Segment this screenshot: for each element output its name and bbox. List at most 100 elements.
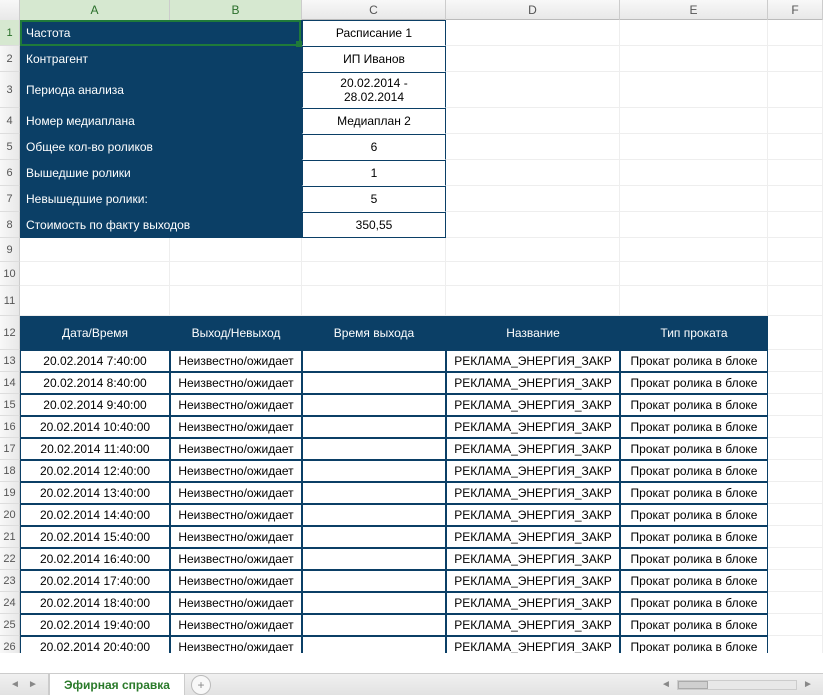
table-header[interactable]: Тип проката xyxy=(620,316,768,350)
cell[interactable] xyxy=(446,134,620,160)
summary-value[interactable]: 5 xyxy=(302,186,446,212)
cell[interactable] xyxy=(170,262,302,286)
cell[interactable] xyxy=(768,286,823,316)
scroll-left-icon[interactable]: ◄ xyxy=(659,678,673,692)
cell[interactable] xyxy=(620,134,768,160)
table-cell[interactable]: РЕКЛАМА_ЭНЕРГИЯ_ЗАКР xyxy=(446,592,620,614)
table-cell[interactable]: Прокат ролика в блоке xyxy=(620,460,768,482)
row-header[interactable]: 21 xyxy=(0,526,20,548)
summary-label[interactable]: Стоимость по факту выходов xyxy=(20,212,302,238)
table-header[interactable]: Дата/Время xyxy=(20,316,170,350)
table-cell[interactable]: Прокат ролика в блоке xyxy=(620,636,768,653)
table-cell[interactable]: Неизвестно/ожидает xyxy=(170,614,302,636)
cell[interactable] xyxy=(446,238,620,262)
table-cell[interactable]: Неизвестно/ожидает xyxy=(170,570,302,592)
table-cell[interactable]: 20.02.2014 11:40:00 xyxy=(20,438,170,460)
scroll-right-icon[interactable]: ► xyxy=(801,678,815,692)
table-cell[interactable]: Прокат ролика в блоке xyxy=(620,504,768,526)
cell[interactable] xyxy=(768,460,823,482)
table-cell[interactable]: Неизвестно/ожидает xyxy=(170,592,302,614)
table-cell[interactable] xyxy=(302,416,446,438)
table-cell[interactable] xyxy=(302,394,446,416)
table-cell[interactable]: 20.02.2014 9:40:00 xyxy=(20,394,170,416)
table-cell[interactable] xyxy=(302,350,446,372)
cell[interactable] xyxy=(768,160,823,186)
summary-value[interactable]: Расписание 1 xyxy=(302,20,446,46)
cell[interactable] xyxy=(768,238,823,262)
table-cell[interactable] xyxy=(302,614,446,636)
cell[interactable] xyxy=(768,416,823,438)
table-cell[interactable]: РЕКЛАМА_ЭНЕРГИЯ_ЗАКР xyxy=(446,504,620,526)
column-header-b[interactable]: B xyxy=(170,0,302,20)
table-cell[interactable]: Прокат ролика в блоке xyxy=(620,394,768,416)
row-header[interactable]: 16 xyxy=(0,416,20,438)
cell[interactable] xyxy=(620,160,768,186)
cell[interactable] xyxy=(20,286,170,316)
cell[interactable] xyxy=(768,394,823,416)
row-header[interactable]: 20 xyxy=(0,504,20,526)
cell[interactable] xyxy=(446,262,620,286)
row-header[interactable]: 6 xyxy=(0,160,20,186)
table-cell[interactable]: Прокат ролика в блоке xyxy=(620,614,768,636)
cell[interactable] xyxy=(620,212,768,238)
table-cell[interactable]: РЕКЛАМА_ЭНЕРГИЯ_ЗАКР xyxy=(446,438,620,460)
row-header[interactable]: 1 xyxy=(0,20,20,46)
table-header[interactable]: Время выхода xyxy=(302,316,446,350)
cell[interactable] xyxy=(620,186,768,212)
table-cell[interactable]: Прокат ролика в блоке xyxy=(620,592,768,614)
table-cell[interactable]: Неизвестно/ожидает xyxy=(170,394,302,416)
cell[interactable] xyxy=(446,286,620,316)
cell[interactable] xyxy=(768,482,823,504)
table-cell[interactable]: Неизвестно/ожидает xyxy=(170,416,302,438)
table-cell[interactable] xyxy=(302,438,446,460)
table-cell[interactable]: 20.02.2014 8:40:00 xyxy=(20,372,170,394)
row-header[interactable]: 22 xyxy=(0,548,20,570)
row-header[interactable]: 24 xyxy=(0,592,20,614)
table-cell[interactable] xyxy=(302,460,446,482)
summary-label[interactable]: Периода анализа xyxy=(20,72,302,108)
cell[interactable] xyxy=(768,438,823,460)
table-cell[interactable]: Неизвестно/ожидает xyxy=(170,636,302,653)
cell[interactable] xyxy=(302,238,446,262)
scroll-thumb[interactable] xyxy=(678,681,708,689)
cell[interactable] xyxy=(170,238,302,262)
table-cell[interactable]: 20.02.2014 14:40:00 xyxy=(20,504,170,526)
row-header[interactable]: 13 xyxy=(0,350,20,372)
table-cell[interactable]: 20.02.2014 15:40:00 xyxy=(20,526,170,548)
table-cell[interactable] xyxy=(302,482,446,504)
table-cell[interactable]: РЕКЛАМА_ЭНЕРГИЯ_ЗАКР xyxy=(446,614,620,636)
summary-label[interactable]: Частота xyxy=(20,20,302,46)
table-cell[interactable]: РЕКЛАМА_ЭНЕРГИЯ_ЗАКР xyxy=(446,416,620,438)
cell[interactable] xyxy=(302,262,446,286)
tab-next-icon[interactable]: ► xyxy=(26,678,40,692)
row-header[interactable]: 26 xyxy=(0,636,20,653)
cell[interactable] xyxy=(768,504,823,526)
summary-value[interactable]: Медиаплан 2 xyxy=(302,108,446,134)
table-cell[interactable]: РЕКЛАМА_ЭНЕРГИЯ_ЗАКР xyxy=(446,636,620,653)
row-header[interactable]: 7 xyxy=(0,186,20,212)
summary-label[interactable]: Общее кол-во роликов xyxy=(20,134,302,160)
row-header[interactable]: 18 xyxy=(0,460,20,482)
summary-value[interactable]: 1 xyxy=(302,160,446,186)
row-header[interactable]: 12 xyxy=(0,316,20,350)
cell[interactable] xyxy=(20,238,170,262)
cell[interactable] xyxy=(620,262,768,286)
cell[interactable] xyxy=(768,134,823,160)
row-header[interactable]: 10 xyxy=(0,262,20,286)
sheet-tab[interactable]: Эфирная справка xyxy=(49,674,185,695)
table-cell[interactable]: Неизвестно/ожидает xyxy=(170,350,302,372)
table-cell[interactable]: 20.02.2014 17:40:00 xyxy=(20,570,170,592)
cell[interactable] xyxy=(768,186,823,212)
cell[interactable] xyxy=(768,46,823,72)
table-cell[interactable] xyxy=(302,526,446,548)
cell[interactable] xyxy=(620,286,768,316)
cell[interactable] xyxy=(768,592,823,614)
table-cell[interactable]: Неизвестно/ожидает xyxy=(170,526,302,548)
row-header[interactable]: 3 xyxy=(0,72,20,108)
table-cell[interactable] xyxy=(302,570,446,592)
column-header-f[interactable]: F xyxy=(768,0,823,20)
table-cell[interactable]: Прокат ролика в блоке xyxy=(620,438,768,460)
row-header[interactable]: 2 xyxy=(0,46,20,72)
row-header[interactable]: 4 xyxy=(0,108,20,134)
cell[interactable] xyxy=(768,20,823,46)
